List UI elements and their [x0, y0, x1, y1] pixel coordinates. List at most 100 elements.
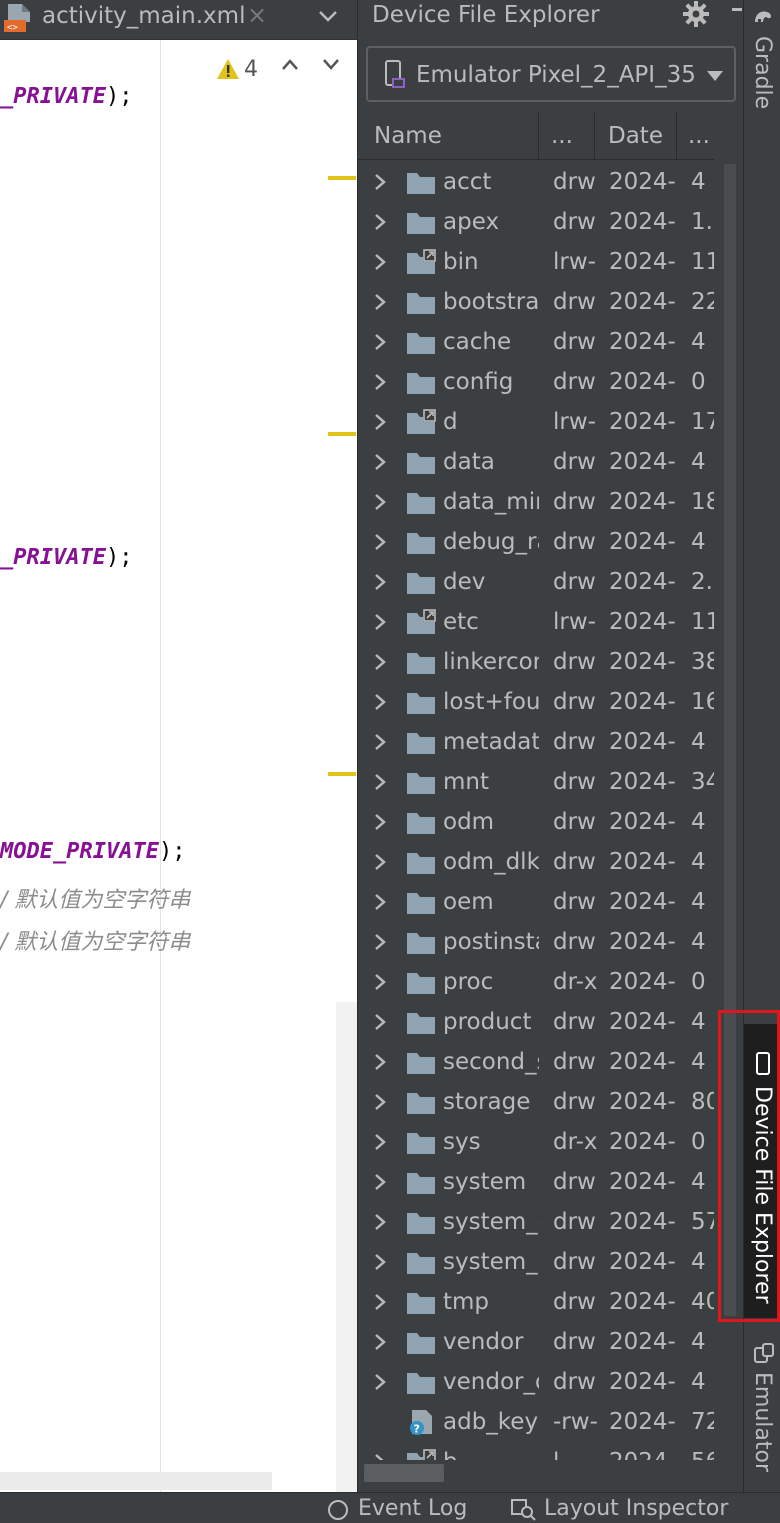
gear-icon[interactable]: [682, 0, 710, 28]
file-row[interactable]: data_mir drw 2024- 18: [358, 482, 714, 522]
code-line[interactable]: _PRIVATE);: [0, 545, 132, 570]
file-row[interactable]: oem drw 2024-0 4 k: [358, 882, 714, 922]
warning-stripe-marker[interactable]: [328, 772, 356, 776]
chevron-down-icon[interactable]: [321, 56, 341, 72]
chevron-right-icon[interactable]: [372, 333, 388, 351]
chevron-right-icon[interactable]: [372, 1173, 388, 1191]
chevron-right-icon[interactable]: [372, 733, 388, 751]
chevron-right-icon[interactable]: [372, 1213, 388, 1231]
warning-stripe-marker[interactable]: [328, 176, 356, 180]
gradle-tool-button[interactable]: Gradle: [744, 0, 780, 120]
chevron-right-icon[interactable]: [372, 293, 388, 311]
tab-activity-main-xml[interactable]: <> activity_main.xml ×: [0, 0, 310, 40]
file-row[interactable]: vendor drw 2024-0 4 k: [358, 1322, 714, 1362]
column-header-date[interactable]: Date: [608, 112, 663, 160]
file-permissions: drw: [553, 809, 596, 835]
file-row[interactable]: metadat drw 2024-0 4 k: [358, 722, 714, 762]
file-row[interactable]: postinsta drw 2024-0 4 k: [358, 922, 714, 962]
file-row[interactable]: system drw 2024-0 4 k: [358, 1162, 714, 1202]
file-row[interactable]: tmp drw 2024- 40: [358, 1282, 714, 1322]
column-divider[interactable]: [594, 112, 595, 160]
code-comment[interactable]: / 默认值为空字符串: [0, 924, 190, 956]
file-row[interactable]: second_s drw 2024-0 4 k: [358, 1042, 714, 1082]
file-row[interactable]: data drw 2024-0 4 k: [358, 442, 714, 482]
chevron-right-icon[interactable]: [372, 653, 388, 671]
chevron-right-icon[interactable]: [372, 773, 388, 791]
column-divider[interactable]: [676, 112, 677, 160]
file-row[interactable]: bin lrw- 2024-0 11: [358, 242, 714, 282]
file-row[interactable]: config drw 2024- 0 k: [358, 362, 714, 402]
file-row[interactable]: vendor_d drw 2024-0 4 k: [358, 1362, 714, 1402]
file-permissions: drw: [553, 1369, 596, 1395]
file-row[interactable]: odm drw 2024-0 4 k: [358, 802, 714, 842]
editor-horizontal-scrollbar[interactable]: [0, 1472, 272, 1490]
chevron-right-icon[interactable]: [372, 1293, 388, 1311]
chevron-right-icon[interactable]: [372, 893, 388, 911]
file-row[interactable]: apex drw 2024- 1.6: [358, 202, 714, 242]
chevron-right-icon[interactable]: [372, 173, 388, 191]
chevron-right-icon[interactable]: [372, 933, 388, 951]
tab-close-icon[interactable]: ×: [247, 0, 267, 30]
editor-vertical-scrollbar[interactable]: [336, 1002, 357, 1492]
code-editor[interactable]: 4 _PRIVATE); _PRIVATE); MODE_PRIVATE); /…: [0, 40, 357, 1492]
file-row[interactable]: lost+fou drw 2024-0 16: [358, 682, 714, 722]
file-row[interactable]: linkercor drw 2024- 38: [358, 642, 714, 682]
chevron-right-icon[interactable]: [372, 533, 388, 551]
file-row[interactable]: storage drw 2024- 80: [358, 1082, 714, 1122]
file-row[interactable]: system_e drw 2024-0 4 k: [358, 1242, 714, 1282]
file-row[interactable]: product drw 2024-0 4 k: [358, 1002, 714, 1042]
chevron-right-icon[interactable]: [372, 973, 388, 991]
status-bar: Event Log Layout Inspector: [0, 1492, 780, 1523]
file-row[interactable]: mnt drw 2024-0 34: [358, 762, 714, 802]
device-dropdown[interactable]: Emulator Pixel_2_API_35: [366, 46, 736, 102]
warning-stripe-marker[interactable]: [328, 432, 356, 436]
file-row[interactable]: sys dr-x 2024- 0 k: [358, 1122, 714, 1162]
chevron-right-icon[interactable]: [372, 453, 388, 471]
chevron-right-icon[interactable]: [372, 1013, 388, 1031]
chevron-right-icon[interactable]: [372, 413, 388, 431]
chevron-right-icon[interactable]: [372, 253, 388, 271]
code-line[interactable]: MODE_PRIVATE);: [0, 839, 185, 864]
code-comment[interactable]: / 默认值为空字符串: [0, 882, 190, 914]
chevron-right-icon[interactable]: [372, 1453, 388, 1460]
event-log-button[interactable]: Event Log: [326, 1493, 467, 1523]
chevron-right-icon[interactable]: [372, 1053, 388, 1071]
file-row[interactable]: dev drw 2024- 2.7: [358, 562, 714, 602]
chevron-right-icon[interactable]: [372, 813, 388, 831]
code-line[interactable]: _PRIVATE);: [0, 84, 132, 109]
chevron-right-icon[interactable]: [372, 1253, 388, 1271]
file-row[interactable]: cache drw 2024-0 4 k: [358, 322, 714, 362]
file-row[interactable]: odm_dlk drw 2024-0 4 k: [358, 842, 714, 882]
file-row[interactable]: ? adb_keys -rw- 2024-0 72: [358, 1402, 714, 1442]
column-header-size[interactable]: ...: [688, 112, 710, 160]
chevron-right-icon[interactable]: [372, 373, 388, 391]
file-row[interactable]: system_d drw 2024-0 57: [358, 1202, 714, 1242]
chevron-right-icon[interactable]: [372, 493, 388, 511]
chevron-down-icon[interactable]: [316, 2, 340, 30]
chevron-right-icon[interactable]: [372, 213, 388, 231]
file-row[interactable]: bl 2024- 56: [358, 1442, 714, 1460]
chevron-right-icon[interactable]: [372, 693, 388, 711]
emulator-tool-button[interactable]: Emulator: [744, 1336, 780, 1476]
chevron-right-icon[interactable]: [372, 1133, 388, 1151]
file-table-horizontal-scrollbar[interactable]: [364, 1464, 444, 1482]
chevron-right-icon[interactable]: [372, 1333, 388, 1351]
minimize-icon[interactable]: [732, 8, 742, 11]
file-row[interactable]: etc lrw- 2024-0 11: [358, 602, 714, 642]
chevron-right-icon[interactable]: [372, 853, 388, 871]
chevron-right-icon[interactable]: [372, 1373, 388, 1391]
column-header-name[interactable]: Name: [374, 112, 442, 160]
chevron-right-icon[interactable]: [372, 1093, 388, 1111]
file-row[interactable]: debug_ra drw 2024-0 4 k: [358, 522, 714, 562]
chevron-up-icon[interactable]: [280, 56, 300, 72]
layout-inspector-button[interactable]: Layout Inspector: [510, 1493, 728, 1523]
file-row[interactable]: proc dr-x 2024- 0 k: [358, 962, 714, 1002]
chevron-right-icon[interactable]: [372, 573, 388, 591]
column-header-permissions[interactable]: ...: [551, 112, 573, 160]
file-row[interactable]: acct drw 2024-0 4 k: [358, 162, 714, 202]
inspection-widget[interactable]: 4: [216, 54, 258, 84]
file-row[interactable]: bootstra drw 2024- 22: [358, 282, 714, 322]
file-row[interactable]: d lrw- 2024-0 17: [358, 402, 714, 442]
column-divider[interactable]: [538, 112, 539, 160]
chevron-right-icon[interactable]: [372, 613, 388, 631]
